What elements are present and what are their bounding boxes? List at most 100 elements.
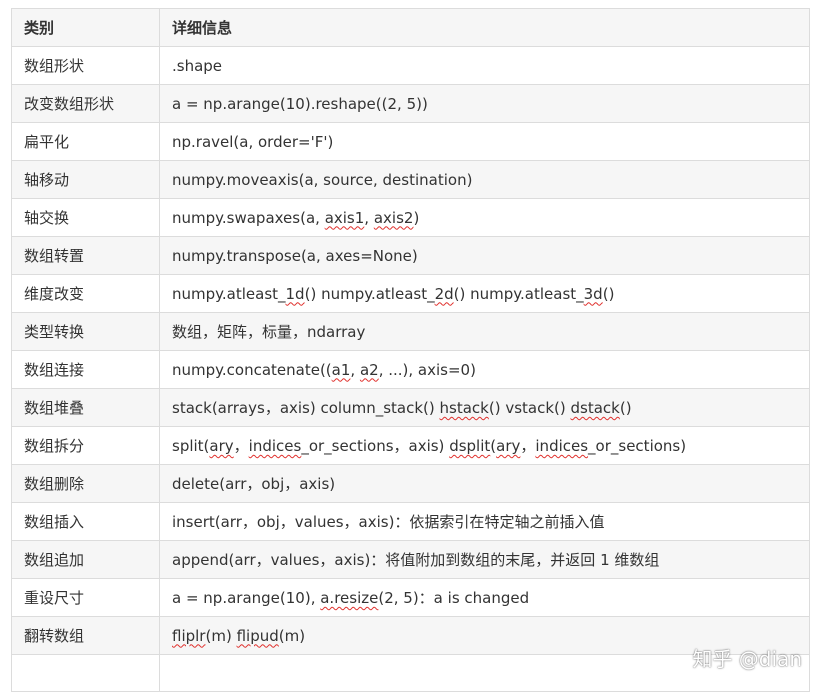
detail-text: , [364,208,374,227]
detail-cell: numpy.atleast_1d() numpy.atleast_2d() nu… [159,274,810,313]
spellcheck-word: 1d [285,284,305,303]
detail-text: _or_sections) [588,437,687,455]
category-cell: 数组形状 [11,46,160,85]
table-row: 数组连接 numpy.concatenate((a1, a2, ...), axi… [11,350,810,389]
table-header-row: 类别 详细信息 [11,8,810,47]
detail-cell: numpy.concatenate((a1, a2, ...), axis=0) [159,350,810,389]
detail-cell: numpy.transpose(a, axes=None) [159,236,810,275]
category-cell: 数组拆分 [11,426,160,465]
table-row: 改变数组形状 a = np.arange(10).reshape((2, 5)) [11,84,810,123]
table-row: 数组转置 numpy.transpose(a, axes=None) [11,236,810,275]
spellcheck-word: a.resize [320,589,379,607]
table-row: 轴移动 numpy.moveaxis(a, source, destination… [11,160,810,199]
spellcheck-word: hstack [439,399,489,417]
detail-cell: .shape [159,46,810,85]
detail-text: numpy.atleast_ [172,284,286,303]
spellcheck-word: indices [535,437,589,455]
detail-text: numpy.moveaxis(a, source, destination) [172,170,473,189]
detail-text: a = np.arange(10).reshape((2, 5)) [172,94,428,113]
detail-text: a = np.arange(10), [172,589,321,607]
detail-text: stack(arrays，axis) column_stack() [172,399,440,417]
spellcheck-word: axis2 [373,208,414,227]
category-cell: 数组堆叠 [11,388,160,427]
detail-text: (2, 5)：a is changed [378,589,530,607]
detail-text: (m) [205,626,237,645]
spellcheck-word: ary [496,437,521,455]
table-body: 数组形状 .shape 改变数组形状 a = np.arange(10).reshap… [11,46,810,692]
detail-cell: numpy.moveaxis(a, source, destination) [159,160,810,199]
detail-cell: 数组，矩阵，标量，ndarray [159,312,810,351]
detail-text: , [350,360,360,379]
detail-cell: delete(arr，obj，axis) [159,464,810,503]
spellcheck-word: a2 [359,360,379,379]
spellcheck-word: axis1 [324,208,365,227]
table-row: 扁平化 np.ravel(a, order='F') [11,122,810,161]
detail-text: numpy.swapaxes(a, [172,208,325,227]
detail-text: ) [413,208,420,227]
table-row: 类型转换 数组，矩阵，标量，ndarray [11,312,810,351]
detail-text: insert(arr，obj，values，axis)：依据索引在特定轴之前插入… [172,513,605,531]
table-row: 数组删除 delete(arr，obj，axis) [11,464,810,503]
category-cell: 翻转数组 [11,616,160,655]
detail-text: () numpy.atleast_ [304,284,435,303]
detail-text: numpy.transpose(a, axes=None) [172,246,418,265]
info-table: 类别 详细信息 数组形状 .shape 改变数组形状 a = np.arange(10… [11,8,810,692]
table-row: 数组形状 .shape [11,46,810,85]
detail-text: (m) [278,626,306,645]
header-detail: 详细信息 [159,8,810,47]
category-cell: 数组连接 [11,350,160,389]
spellcheck-word: ary [209,437,234,455]
spellcheck-word: dstack [570,399,620,417]
detail-text: 数组，矩阵，标量，ndarray [172,323,366,341]
table-row: 维度改变 numpy.atleast_1d() numpy.atleast_2d(… [11,274,810,313]
detail-cell: numpy.swapaxes(a, axis1, axis2) [159,198,810,237]
table-row: 翻转数组 fliplr(m) flipud(m) [11,616,810,655]
spellcheck-word: fliplr [172,626,206,645]
table-row: 数组追加 append(arr，values，axis)：将值附加到数组的末尾，并… [11,540,810,579]
detail-cell: a = np.arange(10), a.resize(2, 5)：a is c… [159,578,810,617]
detail-cell: a = np.arange(10).reshape((2, 5)) [159,84,810,123]
category-cell: 数组转置 [11,236,160,275]
table-row: 数组堆叠 stack(arrays，axis) column_stack() hs… [11,388,810,427]
table-row [11,654,810,692]
spellcheck-word: flipud [236,626,279,645]
category-cell: 重设尺寸 [11,578,160,617]
detail-text: () [602,284,615,303]
detail-text: split( [172,437,210,455]
spellcheck-word: indices [248,437,302,455]
category-cell: 数组追加 [11,540,160,579]
category-cell: 轴移动 [11,160,160,199]
detail-text: numpy.concatenate(( [172,360,332,379]
watermark: 知乎 @dian [692,647,802,671]
category-cell [11,654,160,692]
detail-text: np.ravel(a, order='F') [172,132,334,151]
category-cell: 数组删除 [11,464,160,503]
category-cell: 数组插入 [11,502,160,541]
detail-text: append(arr，values，axis)：将值附加到数组的末尾，并返回 1… [172,551,660,569]
detail-text: ， [233,437,249,455]
detail-cell: insert(arr，obj，values，axis)：依据索引在特定轴之前插入… [159,502,810,541]
header-category: 类别 [11,8,160,47]
spellcheck-word: dsplit [449,437,491,455]
detail-text: () numpy.atleast_ [453,284,584,303]
detail-text: , ...), axis=0) [378,360,476,379]
table-row: 数组插入 insert(arr，obj，values，axis)：依据索引在特定轴… [11,502,810,541]
detail-text: ， [520,437,536,455]
spellcheck-word: 2d [434,284,454,303]
detail-cell: stack(arrays，axis) column_stack() hstack… [159,388,810,427]
spellcheck-word: a1 [331,360,351,379]
category-cell: 轴交换 [11,198,160,237]
category-cell: 类型转换 [11,312,160,351]
detail-text: _or_sections，axis) [301,437,450,455]
category-cell: 改变数组形状 [11,84,160,123]
table-row: 重设尺寸 a = np.arange(10), a.resize(2, 5)：a … [11,578,810,617]
table-row: 数组拆分 split(ary，indices_or_sections，axis) … [11,426,810,465]
table-row: 轴交换 numpy.swapaxes(a, axis1, axis2) [11,198,810,237]
category-cell: 维度改变 [11,274,160,313]
spellcheck-word: 3d [583,284,603,303]
detail-text: () vstack() [488,399,571,417]
detail-cell: append(arr，values，axis)：将值附加到数组的末尾，并返回 1… [159,540,810,579]
detail-text: .shape [172,56,223,75]
detail-text: () [619,399,632,417]
category-cell: 扁平化 [11,122,160,161]
